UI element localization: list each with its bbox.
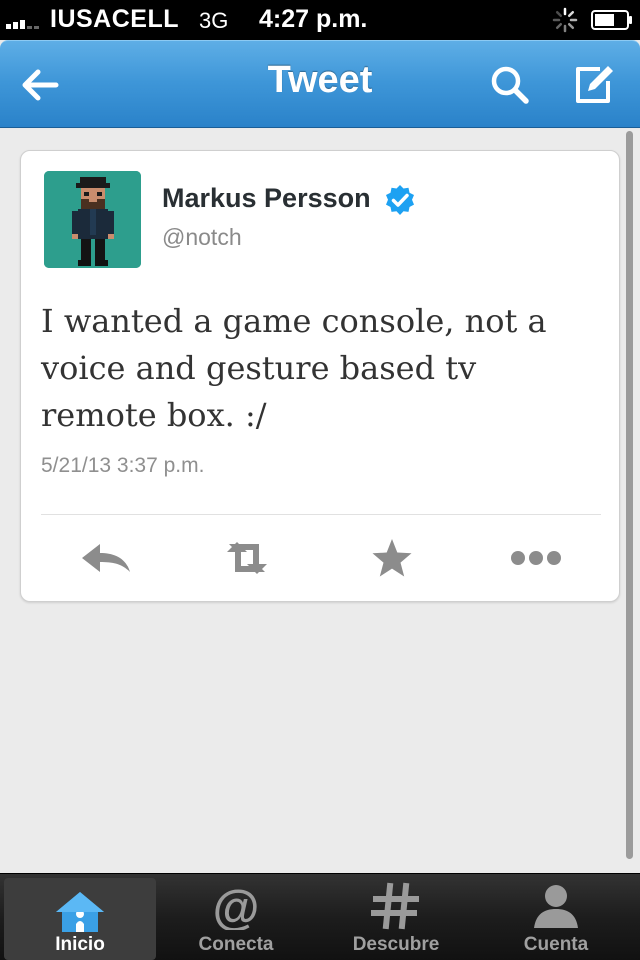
home-icon [56, 892, 104, 932]
tab-conecta[interactable]: @ Conecta [156, 874, 316, 960]
hash-icon [371, 882, 419, 930]
user-handle[interactable]: @notch [162, 224, 242, 251]
divider [41, 514, 601, 515]
tab-label: Conecta [198, 934, 274, 955]
tweet-detail-content: Markus Persson @notch I wanted a game co… [0, 129, 640, 873]
tab-label: Descubre [352, 934, 440, 955]
reply-icon [82, 544, 130, 572]
tab-inicio[interactable]: Inicio [4, 878, 156, 960]
status-time: 4:27 p.m. [259, 5, 368, 33]
tab-cuenta[interactable]: Cuenta [476, 874, 636, 960]
scrollbar[interactable] [626, 131, 633, 859]
more-dots-icon [511, 551, 561, 565]
svg-text:@: @ [213, 882, 260, 930]
more-options-button[interactable] [506, 534, 566, 582]
star-icon [372, 539, 412, 577]
tab-label: Inicio [55, 934, 105, 955]
battery-icon [591, 10, 632, 30]
status-bar: IUSACELL 3G 4:27 p.m. [0, 0, 640, 40]
carrier-name: IUSACELL [50, 5, 179, 33]
at-icon: @ [213, 882, 260, 930]
user-display-name[interactable]: Markus Persson [162, 183, 371, 214]
verified-badge-icon [386, 185, 414, 215]
retweet-button[interactable] [217, 534, 277, 582]
favorite-button[interactable] [362, 534, 422, 582]
tab-descubre[interactable]: Descubre [316, 874, 476, 960]
signal-strength-icon [6, 15, 39, 29]
person-icon [534, 885, 578, 928]
page-title: Tweet [267, 59, 373, 101]
search-button[interactable] [486, 61, 534, 109]
compose-icon [576, 66, 613, 103]
reply-button[interactable] [76, 534, 136, 582]
compose-tweet-button[interactable] [570, 61, 618, 109]
tab-bar: Inicio @ Conecta Descubre Cuenta [0, 873, 640, 960]
network-type: 3G [199, 8, 229, 33]
tweet-timestamp: 5/21/13 3:37 p.m. [41, 454, 205, 477]
retweet-icon [227, 542, 267, 574]
search-icon [491, 66, 529, 104]
tweet-card: Markus Persson @notch I wanted a game co… [20, 150, 620, 602]
pixel-character-avatar [44, 171, 141, 268]
tweet-text: I wanted a game console, not a voice and… [41, 302, 547, 434]
avatar[interactable] [44, 171, 141, 268]
navigation-bar: Tweet [0, 40, 640, 128]
tab-label: Cuenta [523, 934, 589, 955]
activity-spinner-icon [552, 7, 578, 33]
